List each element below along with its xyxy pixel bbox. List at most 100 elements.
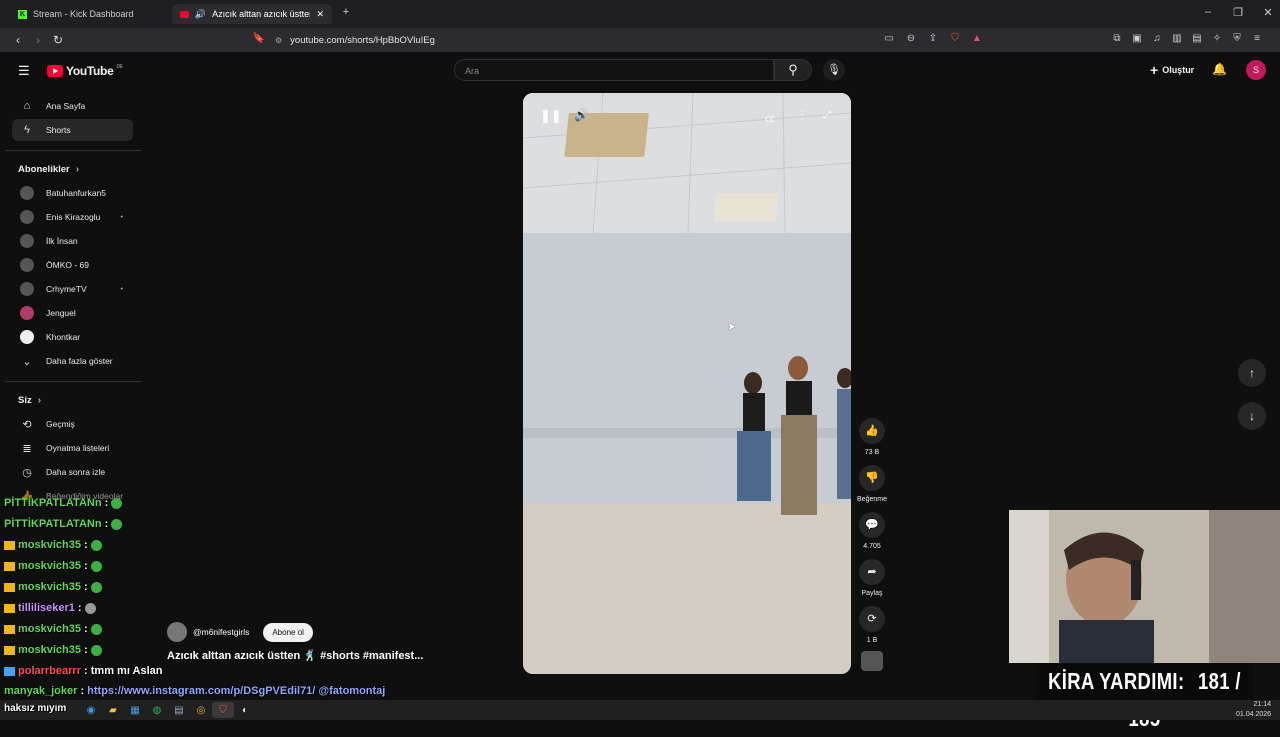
avatar[interactable]: S [1246,60,1266,80]
wallet-icon[interactable]: ▤ [1188,33,1206,44]
sidebar-item-subscription[interactable]: ÖMKO - 69 [12,254,133,276]
brave-rewards-icon[interactable]: ▲ [968,33,986,44]
sidebar-item-home[interactable]: ⌂ Ana Sayfa [12,95,133,117]
channel-avatar[interactable] [167,622,187,642]
store-icon[interactable]: ▦ [124,702,146,718]
brave-icon[interactable]: ⛉ [212,702,234,718]
site-settings-icon[interactable]: ⚙ [275,36,282,45]
sidebar-item-label: Enis Kirazoglu [46,212,101,222]
vpn-icon[interactable]: ⛨ [1228,33,1246,44]
sidebar-item-subscription[interactable]: Jenguel [12,302,133,324]
sidebar-item-subscription[interactable]: Khontkar [12,326,133,348]
tab-title: Stream - Kick Dashboard [33,9,134,19]
sidebar-icon[interactable]: ▥ [1168,33,1186,44]
subscribe-button[interactable]: Abone ol [263,622,313,642]
shorts-video-player[interactable] [523,93,851,674]
dislike-label: Beğenme [857,496,887,503]
comment-button[interactable]: 💬 4.705 [857,512,887,550]
volume-icon[interactable]: 🔊 [574,108,589,122]
youtube-logo[interactable]: YouTube DE [47,64,123,78]
next-short-button[interactable]: ↓ [1238,402,1266,430]
clock-date: 01.04.2026 [1236,711,1272,718]
close-window-icon[interactable]: ✕ [1258,6,1278,19]
new-content-dot: • [120,285,123,293]
captions-icon[interactable]: ㏄ [765,110,775,125]
short-title[interactable]: Azıcık alttan azıcık üstten 🕺🏻 #shorts #… [167,649,423,662]
sidebar-item-subscription[interactable]: CrhymeTV • [12,278,133,300]
arrow-up-icon: ↑ [1249,366,1255,380]
maximize-icon[interactable]: ❐ [1228,6,1248,19]
shorts-icon: ϟ [24,124,30,136]
create-button[interactable]: + Oluştur [1150,61,1194,79]
previous-short-button[interactable]: ↑ [1238,359,1266,387]
reload-icon[interactable]: ↻ [48,33,68,47]
sidebar-item-subscription[interactable]: Batuhanfurkan5 [12,182,133,204]
emote-icon [84,602,96,614]
cast-icon[interactable]: ▭ [880,33,898,44]
sidebar-item-label: Batuhanfurkan5 [46,188,107,198]
emote-icon [111,497,123,509]
edge-icon[interactable]: ◉ [80,702,102,718]
menu-icon[interactable]: ≡ [1248,33,1266,44]
dislike-button[interactable]: 👎 Beğenme [857,465,887,503]
pause-button[interactable]: ❚❚ [540,108,562,124]
history-icon: ⟲ [22,418,32,431]
chat-separator: : [80,581,91,593]
chat-username: moskvich35 [18,581,81,593]
chat-separator: : [80,665,91,677]
forward-icon[interactable]: › [28,33,48,47]
show-more-button[interactable]: ⌄ Daha fazla göster [12,350,133,372]
screenshot-icon[interactable]: ▣ [1128,33,1146,44]
like-button[interactable]: 👍 73 B [857,418,887,456]
sidebar-item-subscription[interactable]: İlk İnsan [12,230,133,252]
brave-shield-icon[interactable]: ⛉ [946,33,964,44]
share-page-icon[interactable]: ⇪ [924,33,942,44]
minimize-icon[interactable]: – [1198,6,1218,18]
voice-search-button[interactable]: 🎙 [823,59,845,81]
obs-icon[interactable]: ◐ [234,702,256,718]
sub-badge-icon [4,603,15,613]
sidebar-item-history[interactable]: ⟲ Geçmiş [12,413,133,435]
subscriptions-header[interactable]: Abonelikler › [18,164,79,175]
channel-avatar [20,258,34,272]
chrome-icon[interactable]: ◎ [190,702,212,718]
more-options-icon[interactable]: ⋮ [797,110,807,121]
playlist-icon: ≣ [22,442,32,455]
close-tab-icon[interactable]: ✕ [316,9,324,20]
system-clock[interactable]: 21:14 01.04.2026 [1236,700,1271,720]
sub-badge-icon [4,561,15,571]
share-button[interactable]: ➦ Paylaş [857,559,887,597]
sidebar-item-shorts[interactable]: ϟ Shorts [12,119,133,141]
sidebar-item-watch-later[interactable]: ◷ Daha sonra izle [12,461,133,483]
sidebar-divider [5,150,141,151]
notifications-bell-icon[interactable]: 🔔 [1212,62,1227,76]
zoom-icon[interactable]: ⊖ [902,33,920,44]
extensions-area: ⧉ ▣ ♫ ▥ ▤ ✧ ⛨ ≡ [1108,33,1266,44]
chat-message: polarrbearrr : tmm mı Aslan [4,665,163,677]
search-input[interactable]: Ara [454,59,774,81]
sidebar-item-subscription[interactable]: Enis Kirazoglu • [12,206,133,228]
calculator-icon[interactable]: ▤ [168,702,190,718]
remix-button[interactable]: ⟳ 1 B [857,606,887,644]
chat-link: https://www.instagram.com/p/DSgPVEdil71/… [87,685,386,697]
tab-title: Azıcık alttan azıcık üstten ⁸ D [212,9,310,19]
tab-kick-dashboard[interactable]: K Stream - Kick Dashboard [10,4,170,24]
file-explorer-icon[interactable]: ▰ [102,702,124,718]
channel-name[interactable]: @m6nifestgirls [193,627,249,637]
music-icon[interactable]: ♫ [1148,33,1166,44]
plus-icon[interactable]: + [336,6,356,18]
hamburger-icon[interactable]: ☰ [18,63,30,79]
you-header[interactable]: Siz › [18,395,41,406]
tab-youtube-short[interactable]: 🔊 Azıcık alttan azıcık üstten ⁸ D ✕ [172,4,332,24]
back-icon[interactable]: ‹ [8,33,28,47]
leo-ai-icon[interactable]: ✧ [1208,33,1226,44]
sidebar-item-playlists[interactable]: ≣ Oynatma listeleri [12,437,133,459]
youtube-logo-icon [47,65,63,77]
bookmark-icon[interactable]: 🔖 [250,33,268,44]
extensions-icon[interactable]: ⧉ [1108,33,1126,44]
clock-time: 21:14 [1253,701,1272,708]
sound-thumbnail[interactable] [861,651,883,671]
spotify-icon[interactable]: ◍ [146,702,168,718]
search-button[interactable]: ⚲ [774,59,812,81]
fullscreen-icon[interactable]: ⤢ [823,110,831,121]
